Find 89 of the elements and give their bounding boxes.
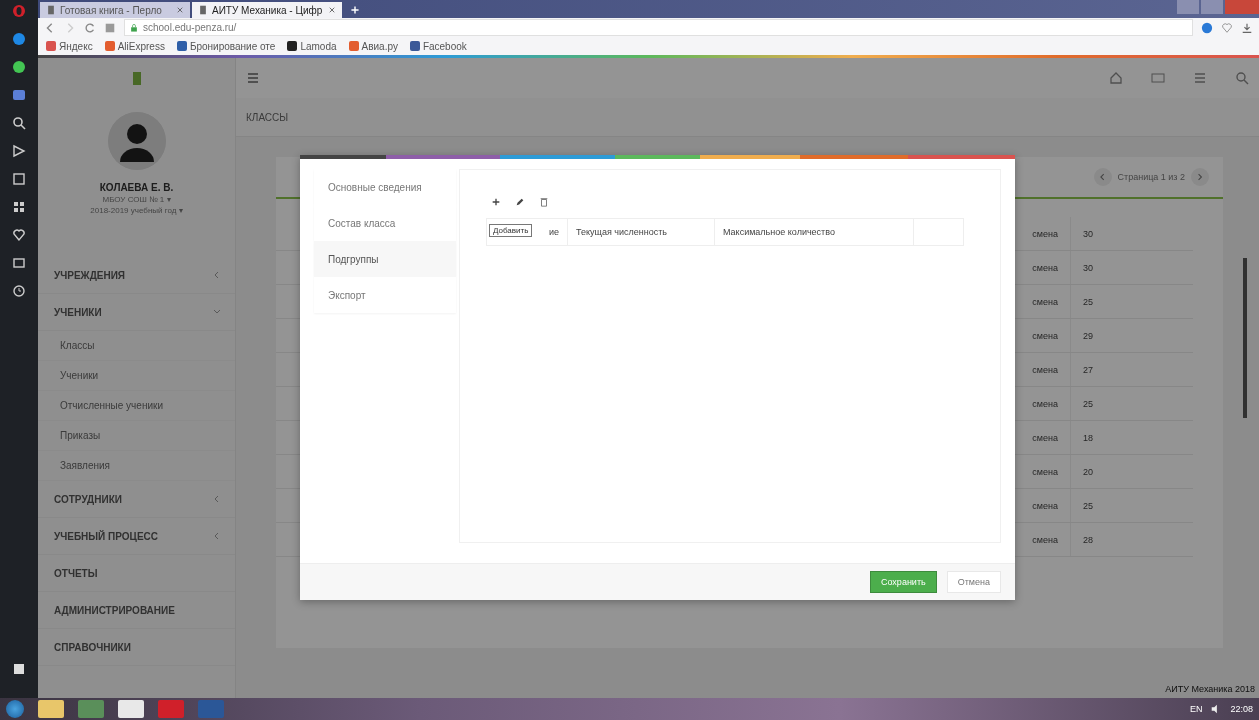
download-icon bbox=[1241, 21, 1253, 34]
table-cell: 18 bbox=[1070, 421, 1193, 454]
menu-item[interactable]: СПРАВОЧНИКИ bbox=[38, 629, 235, 666]
table-cell-text: смена bbox=[1031, 499, 1059, 513]
save-button[interactable]: Сохранить bbox=[869, 571, 937, 593]
table-cell-text: смена bbox=[1031, 227, 1059, 241]
clock-icon bbox=[12, 284, 26, 298]
bookmark-link[interactable]: AliExpress bbox=[104, 40, 165, 52]
column-header: Максимальное количество bbox=[715, 219, 914, 245]
cancel-button[interactable]: Отмена bbox=[946, 571, 1001, 593]
language-indicator[interactable]: EN bbox=[1189, 704, 1203, 714]
lock-icon bbox=[129, 22, 139, 33]
table-cell: 25 bbox=[1070, 387, 1193, 420]
browser-tab[interactable]: АИТУ Механика - Цифр bbox=[192, 2, 342, 18]
reload-icon bbox=[84, 21, 96, 34]
table-cell: 30 bbox=[1070, 217, 1193, 250]
menu-item[interactable]: УЧЕБНЫЙ ПРОЦЕСС bbox=[38, 518, 235, 555]
footer-text: АИТУ Механика 2018 bbox=[1165, 684, 1255, 694]
close-button[interactable] bbox=[1225, 0, 1259, 14]
scrollbar[interactable] bbox=[1243, 258, 1247, 418]
table-cell: 29 bbox=[1070, 319, 1193, 352]
page-indicator: Страница 1 из 2 bbox=[1117, 172, 1185, 182]
table-cell: 20 bbox=[1070, 455, 1193, 488]
submenu-item[interactable]: Приказы bbox=[38, 421, 235, 451]
maximize-button[interactable] bbox=[1201, 0, 1223, 14]
school-selector[interactable]: МБОУ СОШ № 1 ▾ bbox=[102, 195, 171, 204]
page-icon bbox=[46, 5, 56, 15]
address-field[interactable]: school.edu-penza.ru/ bbox=[124, 19, 1193, 36]
dialog-tab[interactable]: Экспорт bbox=[314, 277, 456, 313]
menu-icon bbox=[246, 71, 260, 85]
table-cell-text: смена bbox=[1031, 465, 1059, 479]
opera-logo-icon bbox=[12, 4, 26, 18]
close-icon bbox=[328, 6, 336, 14]
year-selector[interactable]: 2018-2019 учебный год ▾ bbox=[90, 206, 183, 215]
submenu-item[interactable]: Ученики bbox=[38, 361, 235, 391]
table-cell-text: смена bbox=[1031, 329, 1059, 343]
start-button[interactable] bbox=[6, 700, 24, 718]
menu-item[interactable]: АДМИНИСТРИРОВАНИЕ bbox=[38, 592, 235, 629]
home-icon bbox=[1109, 71, 1123, 85]
menu-item[interactable]: ОТЧЕТЫ bbox=[38, 555, 235, 592]
menu-item[interactable]: СОТРУДНИКИ bbox=[38, 481, 235, 518]
table-cell-text: смена bbox=[1031, 431, 1059, 445]
search-icon bbox=[1235, 71, 1249, 85]
table-cell: 30 bbox=[1070, 251, 1193, 284]
dialog-tab[interactable]: Состав класса bbox=[314, 205, 456, 241]
submenu-item[interactable]: Классы bbox=[38, 331, 235, 361]
dialog-tab[interactable]: Основные сведения bbox=[314, 169, 456, 205]
table-cell: 25 bbox=[1070, 489, 1193, 522]
table-cell: 28 bbox=[1070, 523, 1193, 556]
trash-icon bbox=[539, 197, 549, 207]
column-header: Текущая численность bbox=[568, 219, 715, 245]
plus-icon bbox=[491, 197, 501, 207]
pencil-icon bbox=[515, 197, 525, 207]
submenu-item[interactable]: Отчисленные ученики bbox=[38, 391, 235, 421]
bookmark-link[interactable]: Facebook bbox=[409, 40, 467, 52]
chevron-right-icon bbox=[1195, 172, 1205, 182]
table-cell-text: смена bbox=[1031, 397, 1059, 411]
menu-item[interactable]: УЧРЕЖДЕНИЯ bbox=[38, 257, 235, 294]
next-page-button[interactable] bbox=[1191, 168, 1209, 186]
bookmark-link[interactable]: Lamoda bbox=[287, 40, 337, 52]
search-icon bbox=[12, 116, 26, 130]
previous-page-button[interactable] bbox=[1093, 168, 1112, 186]
menu-item[interactable]: УЧЕНИКИ bbox=[38, 294, 235, 331]
table-cell-text: смена bbox=[1031, 261, 1059, 275]
table-cell-text: смена bbox=[1031, 363, 1059, 377]
list-icon bbox=[1193, 71, 1207, 85]
close-icon bbox=[176, 6, 184, 14]
tooltip: Добавить bbox=[489, 224, 533, 237]
plus-icon bbox=[350, 5, 360, 15]
heart-icon bbox=[1221, 21, 1233, 34]
table-cell: 27 bbox=[1070, 353, 1193, 386]
user-name: КОЛАЕВА Е. В. bbox=[99, 182, 174, 193]
bookmark-link[interactable]: Яндекс bbox=[46, 40, 93, 52]
site-logo bbox=[132, 71, 141, 85]
send-icon bbox=[12, 144, 26, 158]
table-cell: 25 bbox=[1070, 285, 1193, 318]
page-icon bbox=[198, 5, 208, 15]
minimize-button[interactable] bbox=[1177, 0, 1199, 14]
url-text: school.edu-penza.ru/ bbox=[143, 22, 237, 33]
bookmark-link[interactable]: Авиа.ру bbox=[348, 40, 398, 52]
table-cell-text: смена bbox=[1031, 533, 1059, 547]
breadcrumb: КЛАССЫ bbox=[246, 111, 289, 123]
heart-icon bbox=[12, 228, 26, 242]
table-cell-text: смена bbox=[1031, 295, 1059, 309]
bookmark-link[interactable]: Бронирование оте bbox=[176, 40, 276, 52]
clock[interactable]: 22:08 bbox=[1230, 704, 1253, 714]
browser-tab[interactable]: Готовая книга - Перло bbox=[40, 2, 190, 18]
dialog-tab[interactable]: Подгруппы bbox=[314, 241, 456, 277]
submenu-item[interactable]: Заявления bbox=[38, 451, 235, 481]
